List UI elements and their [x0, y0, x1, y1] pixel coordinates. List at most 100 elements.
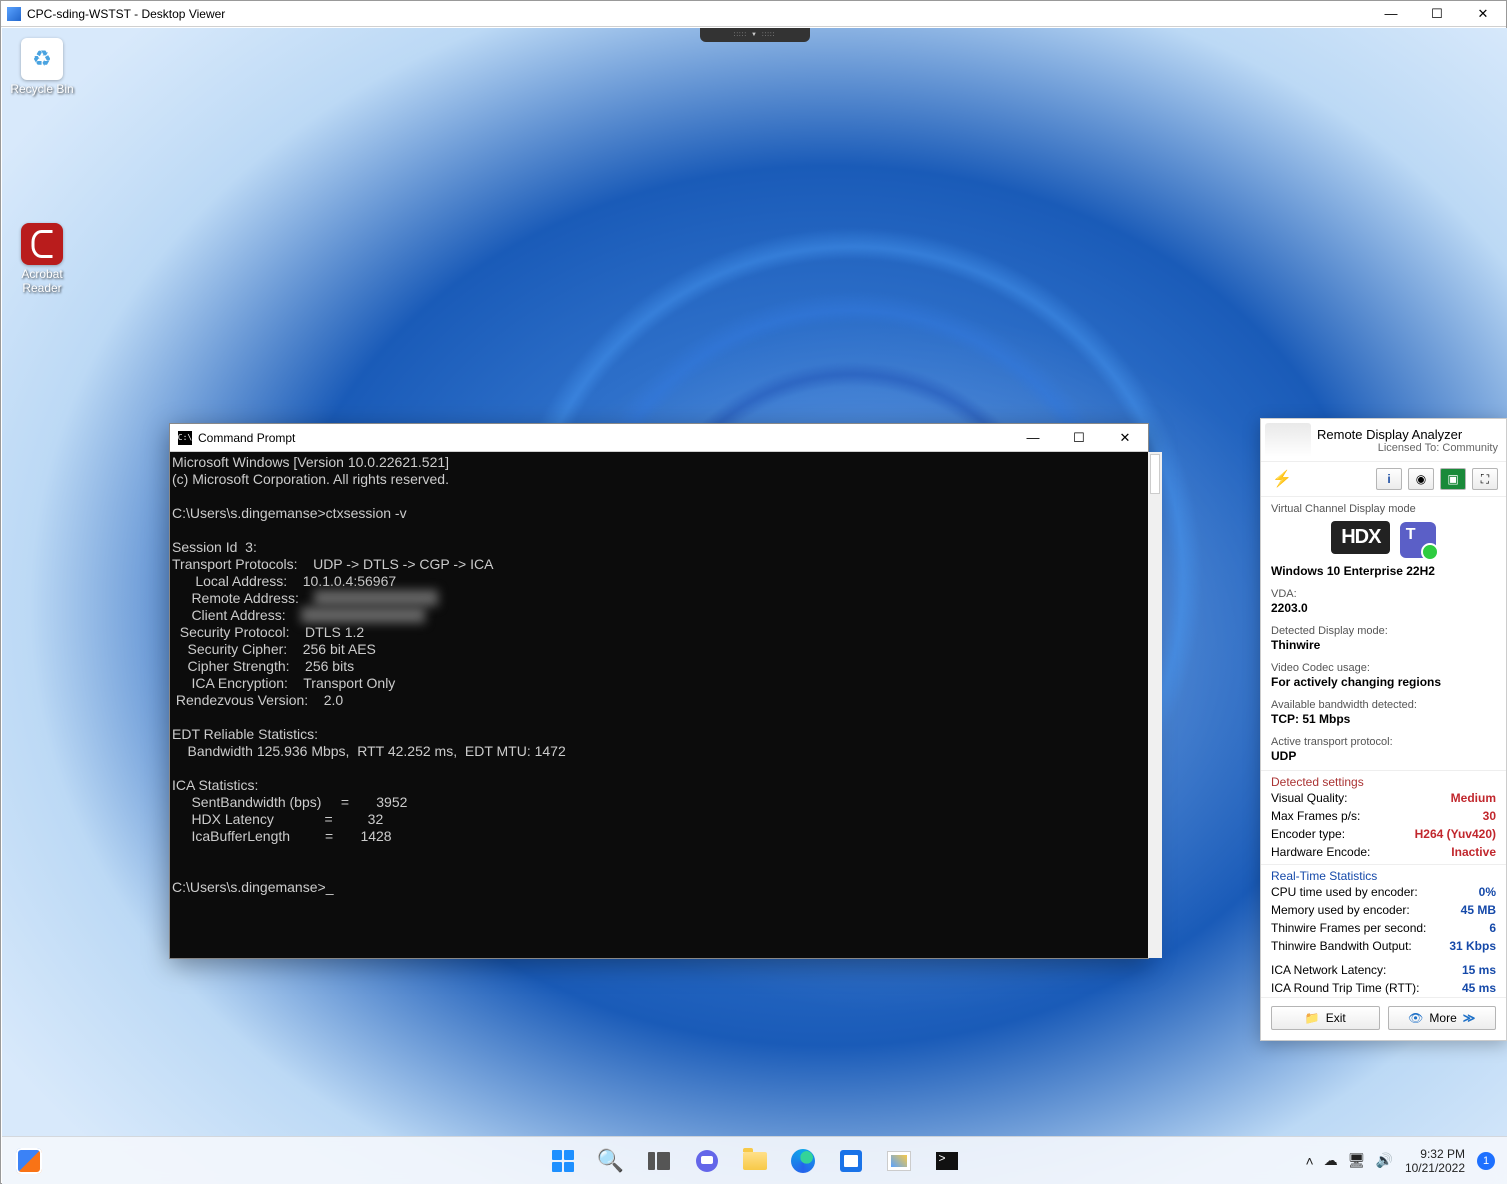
- cmd-line: SentBandwidth (bps) = 3952: [172, 794, 407, 810]
- cmd-scrollbar[interactable]: [1148, 452, 1162, 958]
- rda-vda-value: 2203.0: [1271, 601, 1496, 615]
- connection-toolbar[interactable]: ::::: ▼ :::::: [700, 28, 810, 42]
- clock-time: 9:32 PM: [1405, 1147, 1465, 1161]
- eye-icon: 👁: [1408, 1011, 1423, 1025]
- chat-button[interactable]: [687, 1141, 727, 1181]
- rda-camera-button[interactable]: ▣: [1440, 468, 1466, 490]
- acrobat-icon: [21, 223, 63, 265]
- outer-window-controls: — ☐ ✕: [1368, 1, 1506, 27]
- start-button[interactable]: [543, 1141, 583, 1181]
- rda-bw-value: TCP: 51 Mbps: [1271, 712, 1496, 726]
- outer-maximize-button[interactable]: ☐: [1414, 1, 1460, 27]
- rda-fps-label: Max Frames p/s:: [1271, 809, 1360, 823]
- rda-more-button[interactable]: 👁More≫: [1388, 1006, 1497, 1030]
- rda-network-icon[interactable]: ⚡: [1269, 468, 1295, 490]
- cmd-line: Remote Address:: [172, 590, 314, 606]
- rda-tfps-value: 6: [1489, 921, 1496, 935]
- rda-toolbar: ⚡ i ◉ ▣ ⛶: [1261, 462, 1506, 497]
- remote-desktop[interactable]: ::::: ▼ ::::: Recycle Bin Acrobat Reader…: [2, 28, 1507, 1184]
- cmd-line: ICA Statistics:: [172, 777, 258, 793]
- cmd-minimize-button[interactable]: —: [1010, 424, 1056, 452]
- rda-info-button[interactable]: i: [1376, 468, 1402, 490]
- rda-more-label: More: [1429, 1011, 1456, 1025]
- command-prompt-window[interactable]: C:\ Command Prompt — ☐ ✕ Microsoft Windo…: [169, 423, 1149, 959]
- cmd-line: Security Protocol: DTLS 1.2: [172, 624, 364, 640]
- store-button[interactable]: [831, 1141, 871, 1181]
- acrobat-label: Acrobat Reader: [4, 267, 80, 295]
- cmd-line: Local Address: 10.1.0.4:56967: [172, 573, 396, 589]
- cmd-taskbar-button[interactable]: [927, 1141, 967, 1181]
- cmd-output[interactable]: Microsoft Windows [Version 10.0.22621.52…: [170, 452, 1148, 958]
- rda-dispmode-label: Detected Display mode:: [1271, 625, 1496, 637]
- cmd-line: HDX Latency = 32: [172, 811, 383, 827]
- acrobat-reader-icon[interactable]: Acrobat Reader: [4, 223, 80, 295]
- conn-grip-icon: :::::: [734, 32, 747, 38]
- cmd-titlebar[interactable]: C:\ Command Prompt — ☐ ✕: [170, 424, 1148, 452]
- edge-button[interactable]: [783, 1141, 823, 1181]
- onedrive-icon[interactable]: ☁: [1324, 1152, 1338, 1169]
- outer-close-button[interactable]: ✕: [1460, 1, 1506, 27]
- rda-vq-label: Visual Quality:: [1271, 791, 1347, 805]
- widgets-button[interactable]: [16, 1148, 42, 1174]
- cmd-line: Client Address:: [172, 607, 301, 623]
- cmd-close-button[interactable]: ✕: [1102, 424, 1148, 452]
- rda-lat-value: 15 ms: [1462, 963, 1496, 977]
- folder-exit-icon: 📁: [1305, 1011, 1320, 1025]
- rda-header: Remote Display Analyzer Licensed To: Com…: [1261, 419, 1506, 462]
- system-tray[interactable]: ˄ ☁ 🖥 🔊: [1306, 1152, 1393, 1169]
- taskview-button[interactable]: [639, 1141, 679, 1181]
- citrix-viewer-icon: [7, 7, 21, 21]
- remote-display-analyzer-panel[interactable]: Remote Display Analyzer Licensed To: Com…: [1260, 418, 1507, 1041]
- recycle-label: Recycle Bin: [4, 82, 80, 96]
- rda-channel-mode: Virtual Channel Display mode HDX Windows…: [1261, 497, 1506, 582]
- rda-globe-button[interactable]: ◉: [1408, 468, 1434, 490]
- rda-codec-label: Video Codec usage:: [1271, 662, 1496, 674]
- cmd-maximize-button[interactable]: ☐: [1056, 424, 1102, 452]
- rda-cpu-label: CPU time used by encoder:: [1271, 885, 1418, 899]
- taskbar-left: [16, 1148, 42, 1174]
- rda-os: Windows 10 Enterprise 22H2: [1271, 564, 1496, 578]
- cmd-line: Security Cipher: 256 bit AES: [172, 641, 376, 657]
- outer-titlebar[interactable]: CPC-sding-WSTST - Desktop Viewer — ☐ ✕: [1, 1, 1506, 27]
- paint-button[interactable]: [879, 1141, 919, 1181]
- rda-cpu-value: 0%: [1479, 885, 1496, 899]
- rda-transport-value: UDP: [1271, 749, 1496, 763]
- rda-enc-value: H264 (Yuv420): [1415, 827, 1496, 841]
- recycle-bin-icon[interactable]: Recycle Bin: [4, 38, 80, 96]
- rda-logo-icon: [1265, 423, 1311, 457]
- taskbar-clock[interactable]: 9:32 PM 10/21/2022: [1405, 1147, 1465, 1175]
- rda-rtt-value: 45 ms: [1462, 981, 1496, 995]
- conn-arrow-icon: ▼: [751, 32, 758, 38]
- rda-expand-button[interactable]: ⛶: [1472, 468, 1498, 490]
- rda-buttons: 📁Exit 👁More≫: [1261, 997, 1506, 1040]
- cmd-prompt-line: C:\Users\s.dingemanse>: [172, 879, 333, 895]
- cmd-line: Session Id 3:: [172, 539, 257, 555]
- outer-minimize-button[interactable]: —: [1368, 1, 1414, 27]
- conn-grip-icon: :::::: [762, 32, 775, 38]
- tray-chevron-icon[interactable]: ˄: [1306, 1153, 1314, 1169]
- rda-bw-label: Available bandwidth detected:: [1271, 699, 1496, 711]
- rda-hwe-label: Hardware Encode:: [1271, 845, 1370, 859]
- rda-lat-label: ICA Network Latency:: [1271, 963, 1386, 977]
- notification-badge[interactable]: 1: [1477, 1152, 1495, 1170]
- clock-date: 10/21/2022: [1405, 1161, 1465, 1175]
- rda-detected-header: Detected settings: [1261, 770, 1506, 789]
- taskbar[interactable]: 🔍 ˄ ☁ 🖥 🔊 9:32 PM 10/21/2022: [2, 1136, 1507, 1184]
- network-icon[interactable]: 🖥: [1348, 1152, 1366, 1169]
- rda-transport-label: Active transport protocol:: [1271, 736, 1496, 748]
- rda-realtime-header: Real-Time Statistics: [1261, 864, 1506, 883]
- cmd-line: Microsoft Windows [Version 10.0.22621.52…: [172, 454, 449, 470]
- rda-codec-value: For actively changing regions: [1271, 675, 1496, 689]
- cmd-line: (c) Microsoft Corporation. All rights re…: [172, 471, 449, 487]
- cmd-line: Rendezvous Version: 2.0: [172, 692, 343, 708]
- cmd-line: ICA Encryption: Transport Only: [172, 675, 395, 691]
- file-explorer-button[interactable]: [735, 1141, 775, 1181]
- cmd-line: Transport Protocols: UDP -> DTLS -> CGP …: [172, 556, 493, 572]
- rda-license: Licensed To: Community: [1317, 442, 1498, 454]
- rda-title: Remote Display Analyzer: [1317, 427, 1498, 442]
- volume-icon[interactable]: 🔊: [1376, 1152, 1393, 1169]
- cmd-scroll-thumb[interactable]: [1150, 454, 1160, 494]
- rda-exit-button[interactable]: 📁Exit: [1271, 1006, 1380, 1030]
- search-button[interactable]: 🔍: [591, 1141, 631, 1181]
- recycle-icon: [21, 38, 63, 80]
